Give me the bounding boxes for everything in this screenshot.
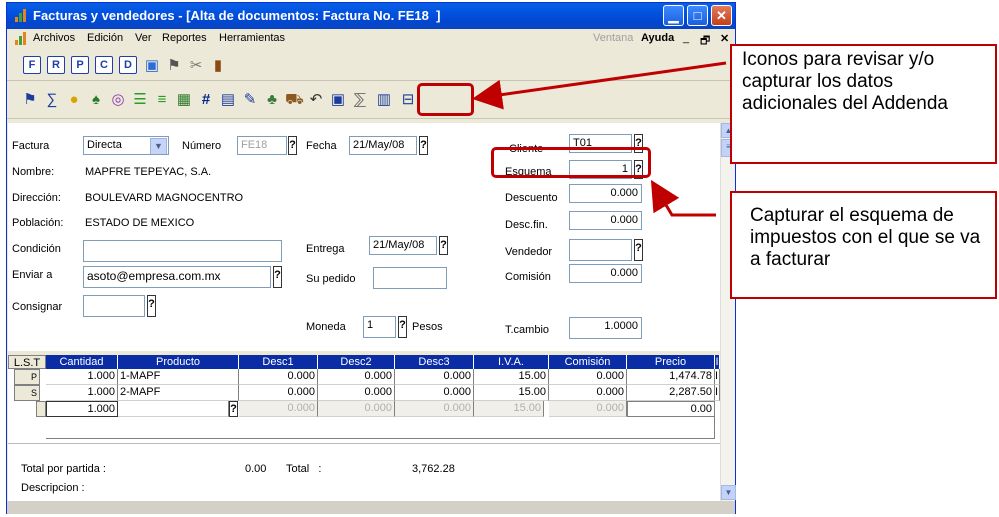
addenda-callout: Iconos para revisar y/o capturar los dat… xyxy=(730,44,997,164)
esquema-arrow xyxy=(650,179,716,217)
esquema-callout: Capturar el esquema de impuestos con el … xyxy=(730,191,997,299)
addenda-arrow xyxy=(472,61,727,110)
